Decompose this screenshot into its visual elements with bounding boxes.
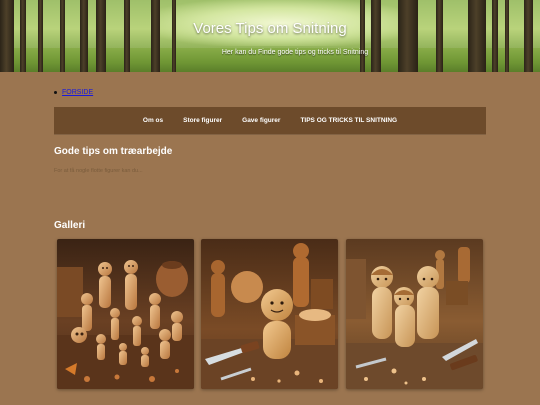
peg-figures-illustration	[346, 239, 483, 389]
site-subtitle: Her kan du Finde gode tips og tricks til…	[221, 49, 369, 56]
header-banner: Vores Tips om Snitning Her kan du Finde …	[0, 0, 540, 72]
intro-text: For at få nogle flotte figurer kan du...	[54, 168, 143, 174]
page-heading: Gode tips om træarbejde	[54, 146, 173, 157]
main-nav: Om os Store figurer Gave figurer TIPS OG…	[54, 107, 486, 134]
gallery-image-carved-figures[interactable]	[57, 239, 194, 389]
nav-item-tips-og-tricks[interactable]: TIPS OG TRICKS TIL SNITNING	[300, 117, 397, 124]
gallery-heading: Galleri	[54, 220, 86, 231]
gallery-image-peg-figures[interactable]	[346, 239, 483, 389]
bullet-icon	[54, 90, 57, 94]
carved-figures-illustration	[57, 239, 194, 389]
breadcrumb: FORSIDE	[54, 89, 93, 96]
carving-tools-illustration	[201, 239, 338, 389]
site-title: Vores Tips om Snitning	[193, 20, 347, 37]
nav-item-gave-figurer[interactable]: Gave figurer	[242, 117, 280, 124]
home-link[interactable]: FORSIDE	[62, 89, 93, 96]
gallery-image-carving-tools[interactable]	[201, 239, 338, 389]
nav-item-om-os[interactable]: Om os	[143, 117, 163, 124]
nav-item-store-figurer[interactable]: Store figurer	[183, 117, 222, 124]
